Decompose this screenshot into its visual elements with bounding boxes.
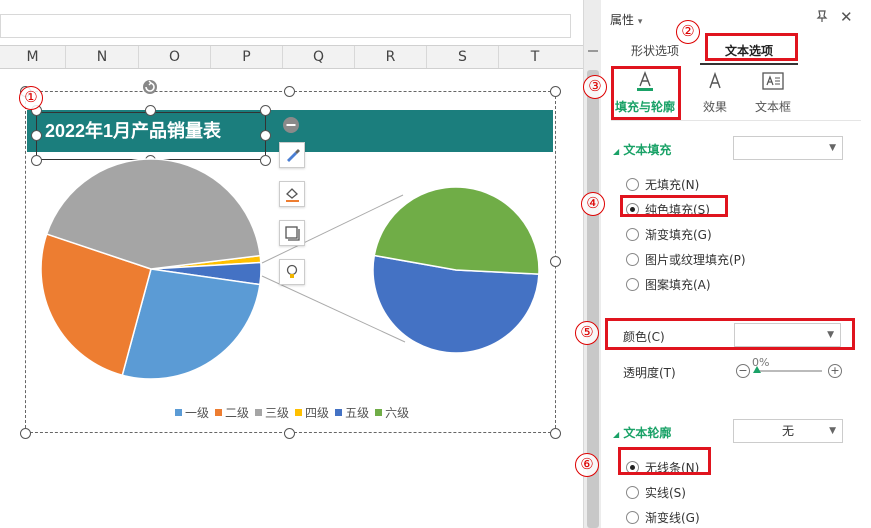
legend-item: 二级 [215,404,249,421]
legend-item: 六级 [375,404,409,421]
radio-button[interactable] [626,511,639,524]
app-window: M N O P Q R S T 2022年1月产品销量表 一级 二级 三级 四级… [0,0,871,528]
highlight-box-no-line [618,447,711,475]
legend-label: 三级 [265,406,290,420]
pin-icon[interactable] [815,9,829,23]
step-marker: ④ [581,192,605,216]
radio-gradient-fill[interactable]: 渐变填充(G) [626,226,712,243]
radio-pattern-fill[interactable]: 图案填充(A) [626,276,711,293]
radio-picture-fill[interactable]: 图片或纹理填充(P) [626,251,746,268]
radio-button[interactable] [626,253,639,266]
chart-side-toolbar [279,142,305,298]
chart-legend[interactable]: 一级 二级 三级 四级 五级 六级 [175,404,415,421]
legend-swatch [335,409,343,416]
step-marker: ⑥ [575,453,599,477]
legend-label: 一级 [185,406,210,420]
step-marker: ① [19,86,43,110]
legend-label: 二级 [225,406,250,420]
legend-swatch [255,409,263,416]
step-marker: ② [676,20,700,44]
radio-button[interactable] [626,228,639,241]
radio-button[interactable] [626,278,639,291]
expand-triangle-icon: ◢ [613,430,620,439]
legend-item: 一级 [175,404,209,421]
legend-swatch [175,409,182,416]
close-icon[interactable]: ✕ [840,8,853,26]
divider [611,120,861,121]
lightbulb-icon[interactable] [279,259,305,285]
chart-style-brush-icon[interactable] [279,142,305,168]
radio-button[interactable] [626,486,639,499]
text-fill-section-title[interactable]: ◢ 文本填充 [613,141,671,158]
highlight-box-fill-outline [611,66,681,120]
legend-swatch [375,409,383,416]
panel-title[interactable]: 属性 ▾ [610,11,642,28]
textbox-icon [762,72,784,90]
text-effect-icon [709,71,721,89]
highlight-box-solid-fill [620,195,728,217]
radio-solid-line[interactable]: 实线(S) [626,484,686,501]
slider-thumb[interactable] [753,366,761,373]
legend-label: 六级 [385,406,410,420]
fill-bucket-icon[interactable] [279,181,305,207]
text-outline-section-title[interactable]: ◢ 文本轮廓 [613,424,671,441]
expand-triangle-icon: ◢ [613,147,620,156]
scrollbar-grip[interactable] [588,50,598,52]
minus-icon[interactable]: − [736,364,750,378]
text-outline-dropdown[interactable]: 无 ▼ [733,419,843,443]
chart-elements-icon[interactable] [279,220,305,246]
legend-label: 四级 [305,406,330,420]
legend-item: 三级 [255,404,289,421]
legend-item: 五级 [335,404,369,421]
panel-header: 属性 ▾ ✕ [601,0,871,32]
plus-icon[interactable]: + [828,364,842,378]
step-marker: ③ [583,75,607,99]
tab-shape-options[interactable]: 形状选项 [631,42,679,59]
chevron-down-icon: ▼ [829,143,836,153]
step-marker: ⑤ [575,321,599,345]
transparency-label: 透明度(T) [623,366,676,380]
highlight-box-color [605,318,855,350]
subtab-label: 文本框 [754,100,791,114]
legend-label: 五级 [345,406,370,420]
radio-no-fill[interactable]: 无填充(N) [626,176,699,193]
legend-item: 四级 [295,404,329,421]
radio-button[interactable] [626,178,639,191]
legend-swatch [215,409,223,416]
highlight-box-text-options [705,33,798,61]
text-fill-dropdown[interactable]: ▼ [733,136,843,160]
title-caret-icon[interactable]: ▾ [638,17,643,27]
transparency-slider[interactable] [756,370,822,372]
legend-swatch [295,409,303,416]
chevron-down-icon: ▼ [829,426,836,436]
radio-gradient-line[interactable]: 渐变线(G) [626,509,700,526]
subtab-textbox[interactable]: 文本框 [738,70,808,115]
